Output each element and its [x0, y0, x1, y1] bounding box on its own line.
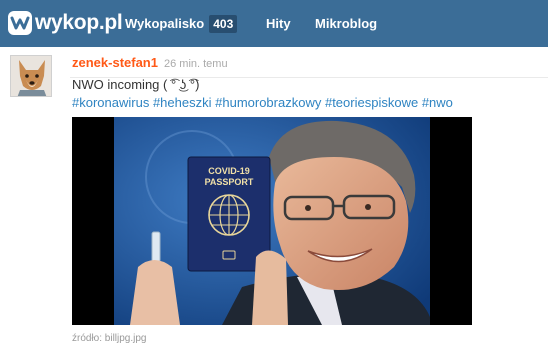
tag-humorobrazkowy[interactable]: #humorobrazkowy — [215, 95, 321, 110]
tag-nwo[interactable]: #nwo — [422, 95, 453, 110]
top-bar: wykop.pl Wykopalisko 403 Hity Mikroblog — [0, 0, 548, 47]
nav-mikroblog-label: Mikroblog — [315, 16, 378, 31]
logo-text: wykop.pl — [35, 11, 123, 34]
tag-koronawirus[interactable]: #koronawirus — [72, 95, 149, 110]
wykop-logo-icon — [8, 11, 32, 35]
wykopalisko-count-badge: 403 — [209, 14, 238, 33]
nav-wykopalisko-label: Wykopalisko — [125, 16, 205, 31]
nav-hity[interactable]: Hity — [266, 0, 291, 47]
embedded-image[interactable]: COVID-19 PASSPORT — [72, 117, 472, 325]
author-name[interactable]: zenek-stefan1 — [72, 55, 158, 70]
entry-text: NWO incoming ( ͡° ͜ʖ ͡°) — [72, 77, 200, 92]
globe-icon — [208, 194, 250, 236]
tag-list: #koronawirus #heheszki #humorobrazkowy #… — [72, 94, 453, 112]
passport-line1: COVID-19 — [208, 166, 250, 176]
avatar[interactable] — [10, 55, 52, 97]
passport-line2: PASSPORT — [205, 177, 254, 187]
nav-hity-label: Hity — [266, 16, 291, 31]
microblog-entry: zenek-stefan1 26 min. temu NWO incoming … — [0, 47, 548, 355]
tag-heheszki[interactable]: #heheszki — [153, 95, 212, 110]
nav-wykopalisko[interactable]: Wykopalisko 403 — [125, 0, 238, 47]
source-link[interactable]: billjpg.jpg — [105, 333, 147, 344]
source-label: źródło: — [72, 333, 103, 344]
source-line: źródło: billjpg.jpg — [72, 333, 147, 344]
tag-teoriespiskowe[interactable]: #teoriespiskowe — [325, 95, 418, 110]
site-logo[interactable]: wykop.pl — [8, 10, 123, 36]
entry-time[interactable]: 26 min. temu — [164, 58, 228, 70]
nav-mikroblog[interactable]: Mikroblog — [315, 0, 377, 47]
